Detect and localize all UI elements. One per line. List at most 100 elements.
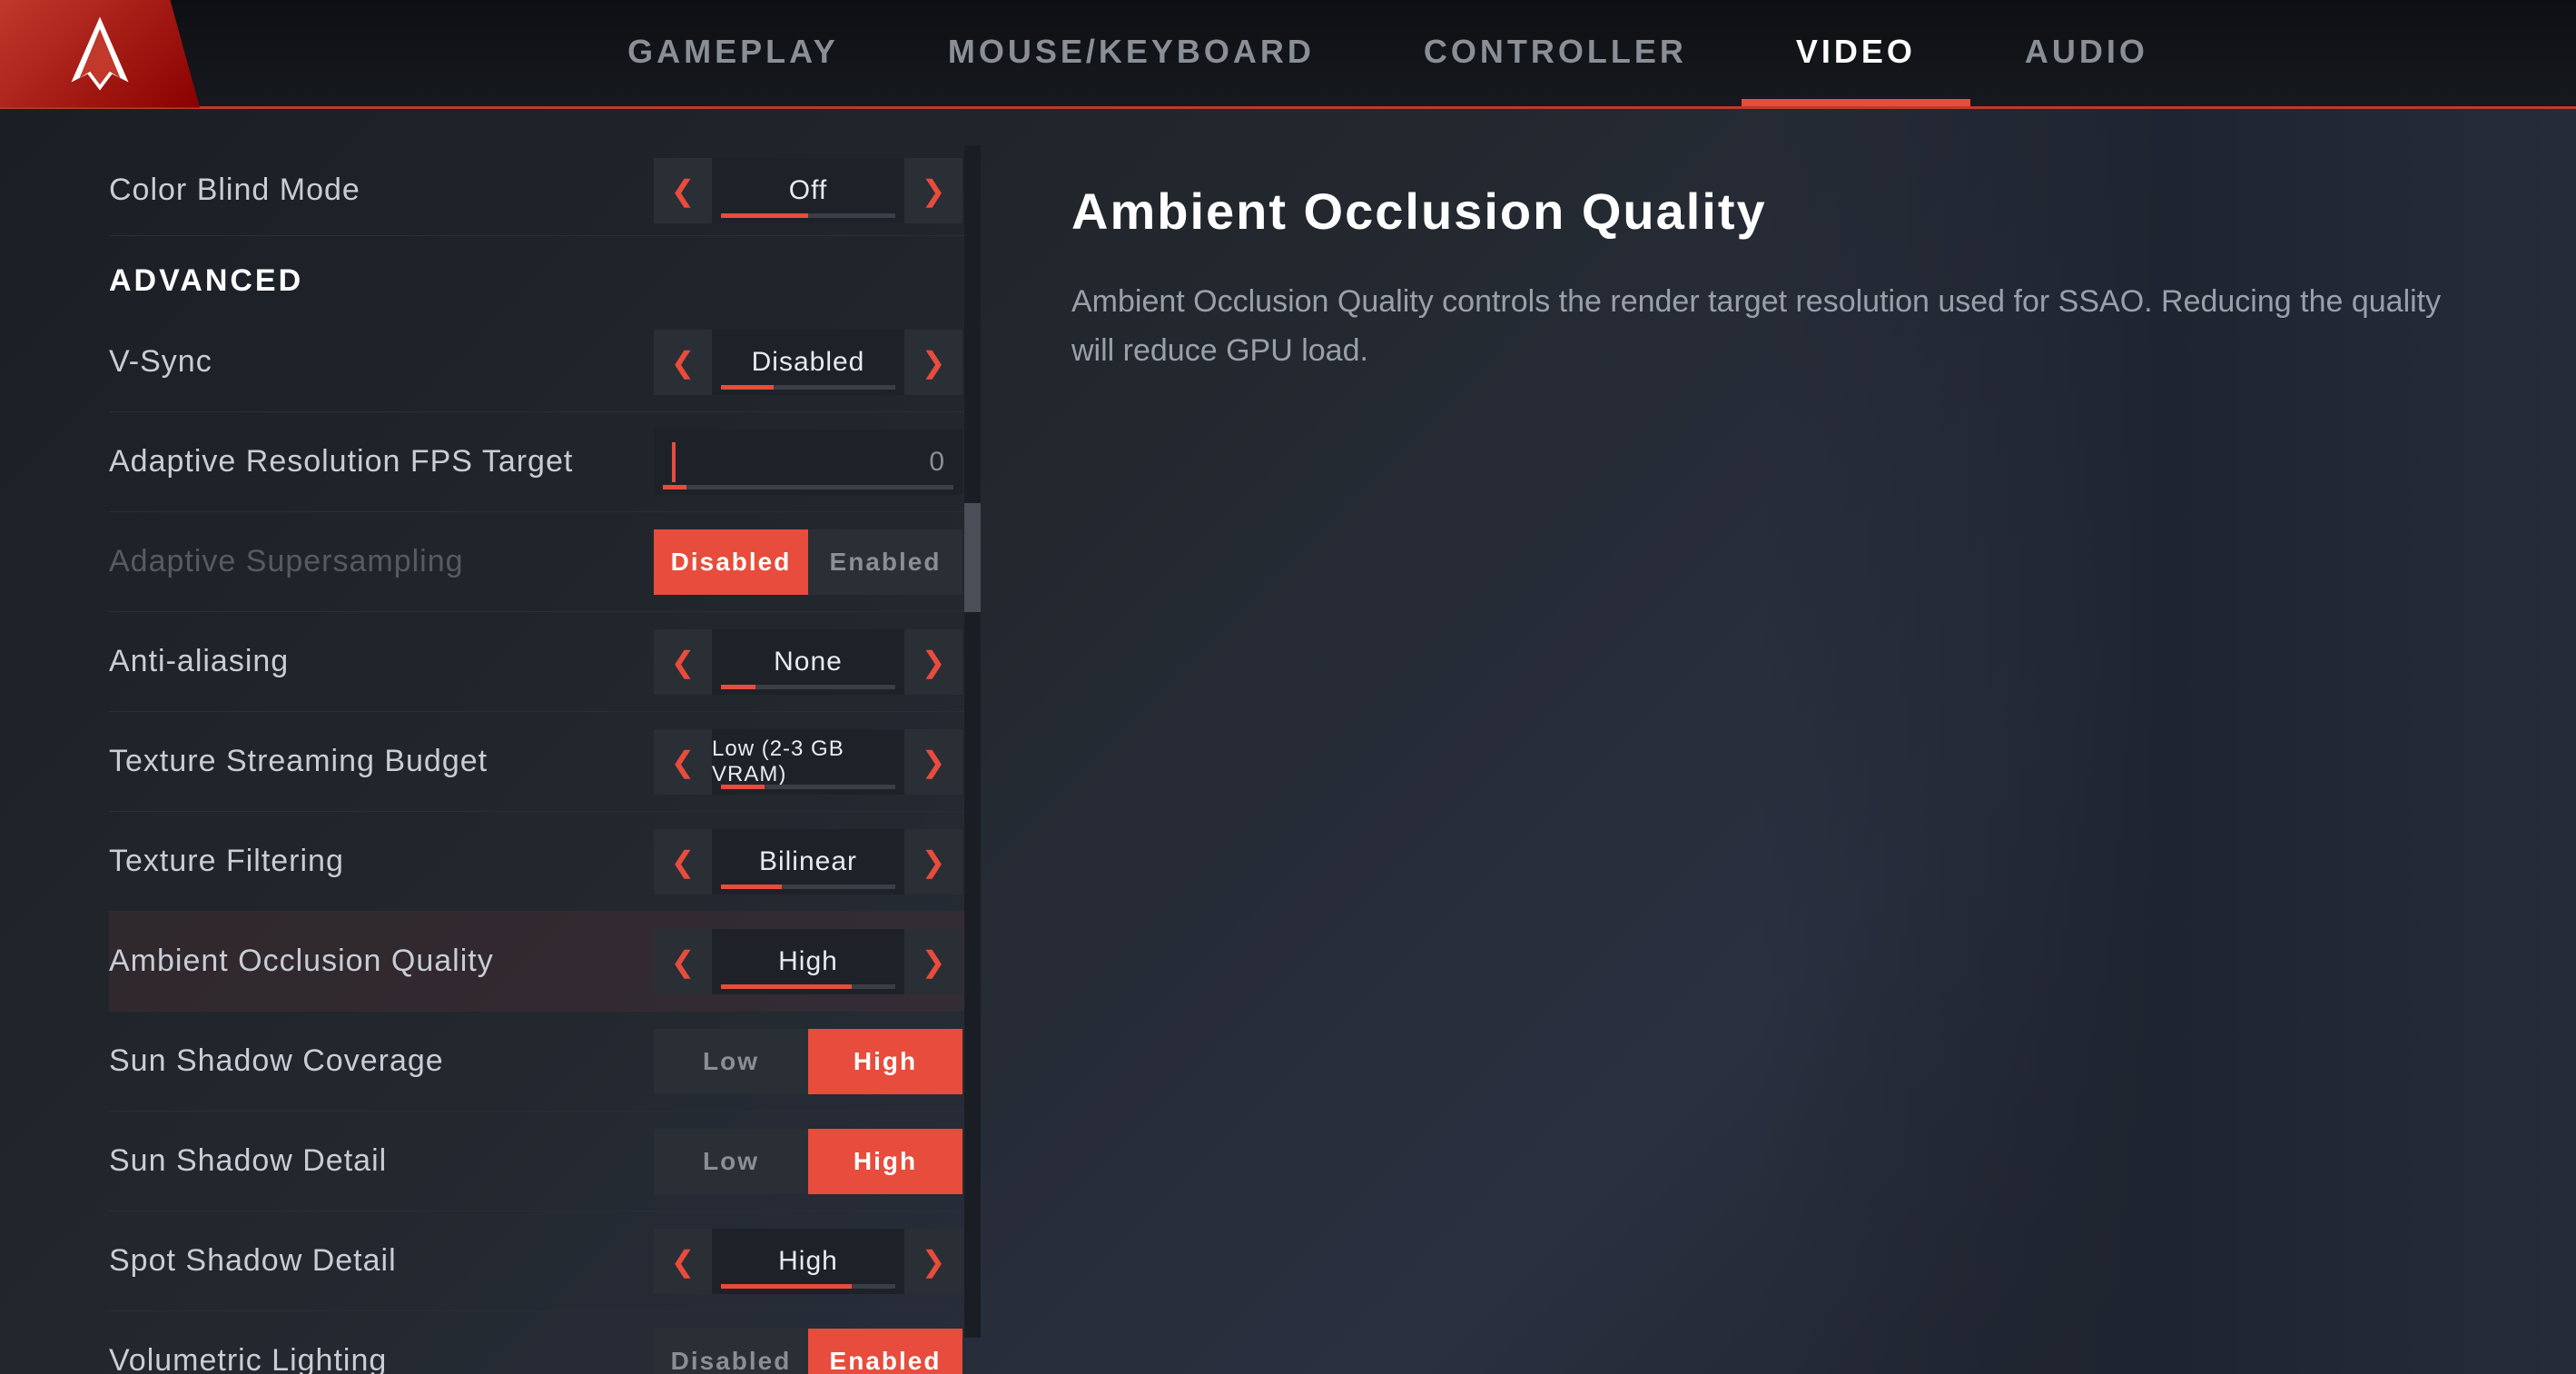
sun-shadow-coverage-label: Sun Shadow Coverage: [109, 1043, 654, 1079]
spot-shadow-detail-bar: [721, 1284, 895, 1289]
sun-shadow-coverage-control: Low High: [654, 1029, 962, 1094]
sun-shadow-detail-label: Sun Shadow Detail: [109, 1143, 654, 1179]
color-blind-next-button[interactable]: ❯: [904, 158, 962, 223]
texture-streaming-next-button[interactable]: ❯: [904, 729, 962, 795]
adaptive-resolution-input[interactable]: 0: [654, 430, 962, 495]
volumetric-lighting-enabled-button[interactable]: Enabled: [808, 1329, 962, 1374]
anti-aliasing-value: None: [774, 647, 843, 677]
ambient-occlusion-value-display: High: [712, 929, 904, 994]
color-blind-bar: [721, 213, 895, 218]
vsync-control: ❮ Disabled ❯: [654, 330, 962, 395]
spot-shadow-detail-bar-fill: [721, 1284, 852, 1289]
texture-filtering-value-display: Bilinear: [712, 829, 904, 895]
texture-streaming-prev-button[interactable]: ❮: [654, 729, 712, 795]
settings-panel: Color Blind Mode ❮ Off ❯ ADVANCED V-Sync…: [0, 109, 981, 1374]
texture-filtering-next-button[interactable]: ❯: [904, 829, 962, 895]
vsync-label: V-Sync: [109, 344, 654, 380]
anti-aliasing-label: Anti-aliasing: [109, 644, 654, 679]
setting-row-color-blind-mode: Color Blind Mode ❮ Off ❯: [109, 145, 981, 236]
nav-tabs: GAMEPLAY MOUSE/KEYBOARD CONTROLLER VIDEO…: [200, 0, 2576, 106]
color-blind-value: Off: [789, 175, 827, 206]
setting-row-texture-streaming: Texture Streaming Budget ❮ Low (2-3 GB V…: [109, 712, 981, 812]
adaptive-resolution-value: 0: [929, 447, 944, 478]
anti-aliasing-bar: [721, 685, 895, 689]
setting-row-sun-shadow-coverage: Sun Shadow Coverage Low High: [109, 1012, 981, 1112]
ambient-occlusion-next-button[interactable]: ❯: [904, 929, 962, 994]
tab-controller[interactable]: CONTROLLER: [1369, 0, 1742, 106]
setting-row-volumetric-lighting: Volumetric Lighting Disabled Enabled: [109, 1311, 981, 1374]
anti-aliasing-control: ❮ None ❯: [654, 629, 962, 695]
color-blind-value-display: Off: [712, 158, 904, 223]
apex-logo-icon: [59, 13, 141, 94]
texture-streaming-value-display: Low (2-3 GB VRAM): [712, 729, 904, 795]
spot-shadow-detail-value: High: [778, 1246, 838, 1277]
anti-aliasing-next-button[interactable]: ❯: [904, 629, 962, 695]
ambient-occlusion-bar-fill: [721, 984, 852, 989]
spot-shadow-detail-control: ❮ High ❯: [654, 1229, 962, 1294]
spot-shadow-detail-prev-button[interactable]: ❮: [654, 1229, 712, 1294]
info-description: Ambient Occlusion Quality controls the r…: [1071, 277, 2485, 376]
vsync-bar-fill: [721, 385, 774, 390]
tab-mouse-keyboard[interactable]: MOUSE/KEYBOARD: [893, 0, 1369, 106]
spot-shadow-detail-next-button[interactable]: ❯: [904, 1229, 962, 1294]
color-blind-mode-control: ❮ Off ❯: [654, 158, 962, 223]
sun-shadow-detail-high-button[interactable]: High: [808, 1129, 962, 1194]
tab-video[interactable]: VIDEO: [1742, 0, 1970, 106]
input-cursor: [672, 442, 676, 482]
adaptive-supersampling-control: Disabled Enabled: [654, 529, 962, 595]
advanced-label: ADVANCED: [109, 263, 303, 298]
adaptive-resolution-bar-fill: [663, 485, 686, 489]
vsync-value: Disabled: [752, 347, 865, 378]
adaptive-resolution-bar: [663, 485, 953, 489]
texture-streaming-label: Texture Streaming Budget: [109, 744, 654, 779]
texture-streaming-bar-fill: [721, 785, 765, 789]
setting-row-anti-aliasing: Anti-aliasing ❮ None ❯: [109, 612, 981, 712]
advanced-section-header: ADVANCED: [109, 236, 981, 312]
logo-area: [0, 0, 200, 108]
scrollbar[interactable]: [964, 145, 981, 1338]
ambient-occlusion-label: Ambient Occlusion Quality: [109, 944, 654, 979]
info-panel: Ambient Occlusion Quality Ambient Occlus…: [981, 109, 2576, 1374]
setting-row-ambient-occlusion: Ambient Occlusion Quality ❮ High ❯: [109, 912, 981, 1012]
vsync-bar: [721, 385, 895, 390]
texture-streaming-value: Low (2-3 GB VRAM): [712, 736, 904, 787]
texture-filtering-value: Bilinear: [759, 846, 857, 877]
ambient-occlusion-prev-button[interactable]: ❮: [654, 929, 712, 994]
volumetric-lighting-control: Disabled Enabled: [654, 1329, 962, 1374]
scrollbar-thumb[interactable]: [964, 503, 981, 612]
adaptive-supersampling-enabled-button[interactable]: Enabled: [808, 529, 962, 595]
color-blind-bar-fill: [721, 213, 808, 218]
setting-row-vsync: V-Sync ❮ Disabled ❯: [109, 312, 981, 412]
volumetric-lighting-disabled-button[interactable]: Disabled: [654, 1329, 808, 1374]
info-title: Ambient Occlusion Quality: [1071, 182, 2485, 241]
texture-filtering-prev-button[interactable]: ❮: [654, 829, 712, 895]
anti-aliasing-value-display: None: [712, 629, 904, 695]
spot-shadow-detail-value-display: High: [712, 1229, 904, 1294]
ambient-occlusion-value: High: [778, 946, 838, 977]
sun-shadow-coverage-high-button[interactable]: High: [808, 1029, 962, 1094]
color-blind-mode-label: Color Blind Mode: [109, 173, 654, 208]
vsync-prev-button[interactable]: ❮: [654, 330, 712, 395]
tab-gameplay[interactable]: GAMEPLAY: [573, 0, 893, 106]
color-blind-prev-button[interactable]: ❮: [654, 158, 712, 223]
sun-shadow-detail-low-button[interactable]: Low: [654, 1129, 808, 1194]
texture-filtering-control: ❮ Bilinear ❯: [654, 829, 962, 895]
setting-row-spot-shadow-detail: Spot Shadow Detail ❮ High ❯: [109, 1211, 981, 1311]
setting-row-adaptive-supersampling: Adaptive Supersampling Disabled Enabled: [109, 512, 981, 612]
adaptive-resolution-label: Adaptive Resolution FPS Target: [109, 444, 654, 479]
sun-shadow-detail-control: Low High: [654, 1129, 962, 1194]
tab-audio[interactable]: AUDIO: [1970, 0, 2203, 106]
main-content: Color Blind Mode ❮ Off ❯ ADVANCED V-Sync…: [0, 109, 2576, 1374]
adaptive-supersampling-disabled-button[interactable]: Disabled: [654, 529, 808, 595]
texture-filtering-bar: [721, 885, 895, 889]
vsync-next-button[interactable]: ❯: [904, 330, 962, 395]
setting-row-adaptive-resolution: Adaptive Resolution FPS Target 0: [109, 412, 981, 512]
adaptive-supersampling-label: Adaptive Supersampling: [109, 544, 654, 579]
setting-row-texture-filtering: Texture Filtering ❮ Bilinear ❯: [109, 812, 981, 912]
anti-aliasing-prev-button[interactable]: ❮: [654, 629, 712, 695]
volumetric-lighting-label: Volumetric Lighting: [109, 1343, 654, 1374]
sun-shadow-coverage-low-button[interactable]: Low: [654, 1029, 808, 1094]
texture-streaming-control: ❮ Low (2-3 GB VRAM) ❯: [654, 729, 962, 795]
spot-shadow-detail-label: Spot Shadow Detail: [109, 1243, 654, 1279]
texture-filtering-label: Texture Filtering: [109, 844, 654, 879]
